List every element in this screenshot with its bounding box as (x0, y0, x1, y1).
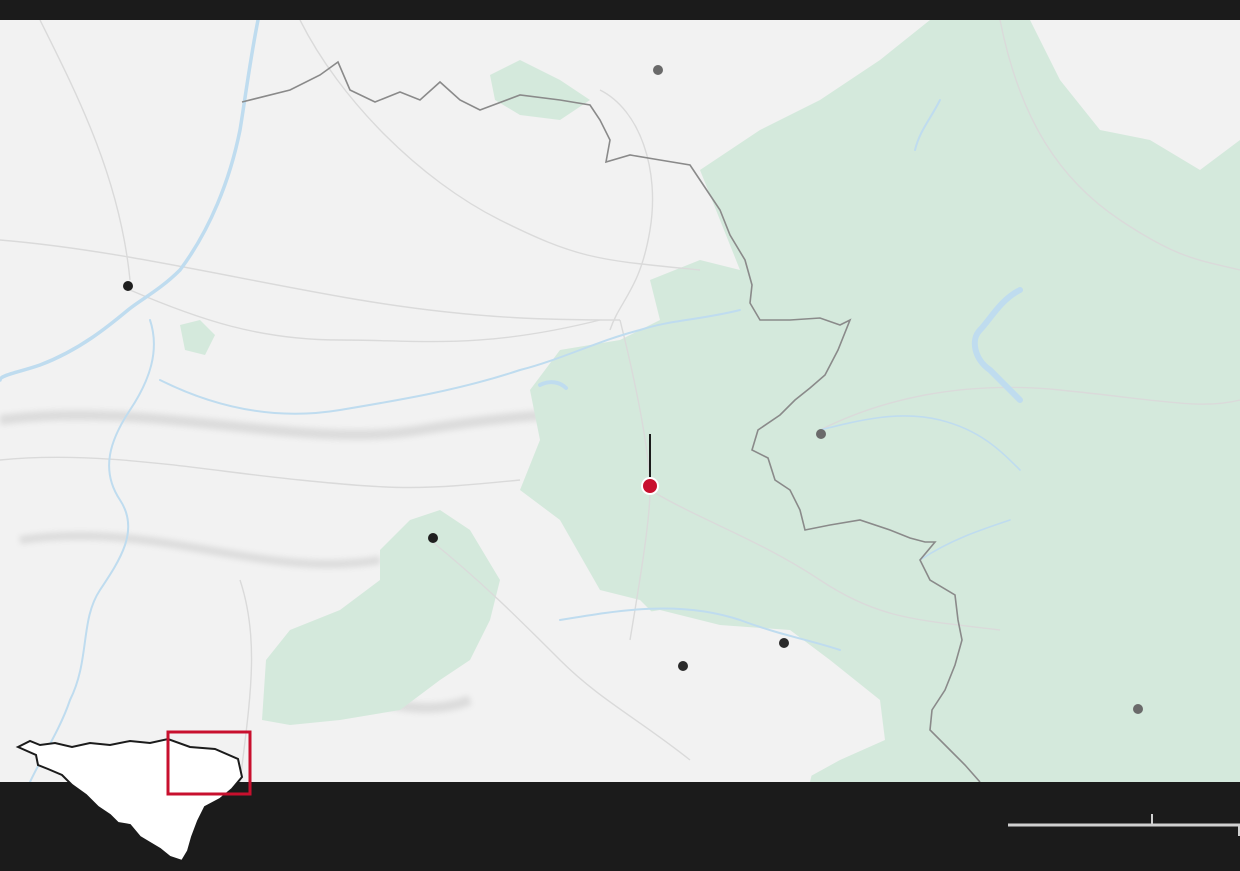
top-bar (0, 0, 1240, 20)
city-marker-4[interactable] (779, 638, 789, 648)
city-marker-3[interactable] (678, 661, 688, 671)
locator-map (0, 725, 270, 866)
secondary-marker-1[interactable] (653, 65, 663, 75)
map-svg (0, 20, 1240, 782)
secondary-marker-2[interactable] (816, 429, 826, 439)
city-marker-2[interactable] (428, 533, 438, 543)
scale-bar (1000, 808, 1240, 838)
region-shape (15, 737, 244, 863)
region-outline-icon (15, 730, 252, 863)
secondary-marker-3[interactable] (1133, 704, 1143, 714)
scale-bar-icon (1008, 814, 1240, 836)
map-canvas[interactable] (0, 20, 1240, 782)
city-marker-1[interactable] (123, 281, 133, 291)
